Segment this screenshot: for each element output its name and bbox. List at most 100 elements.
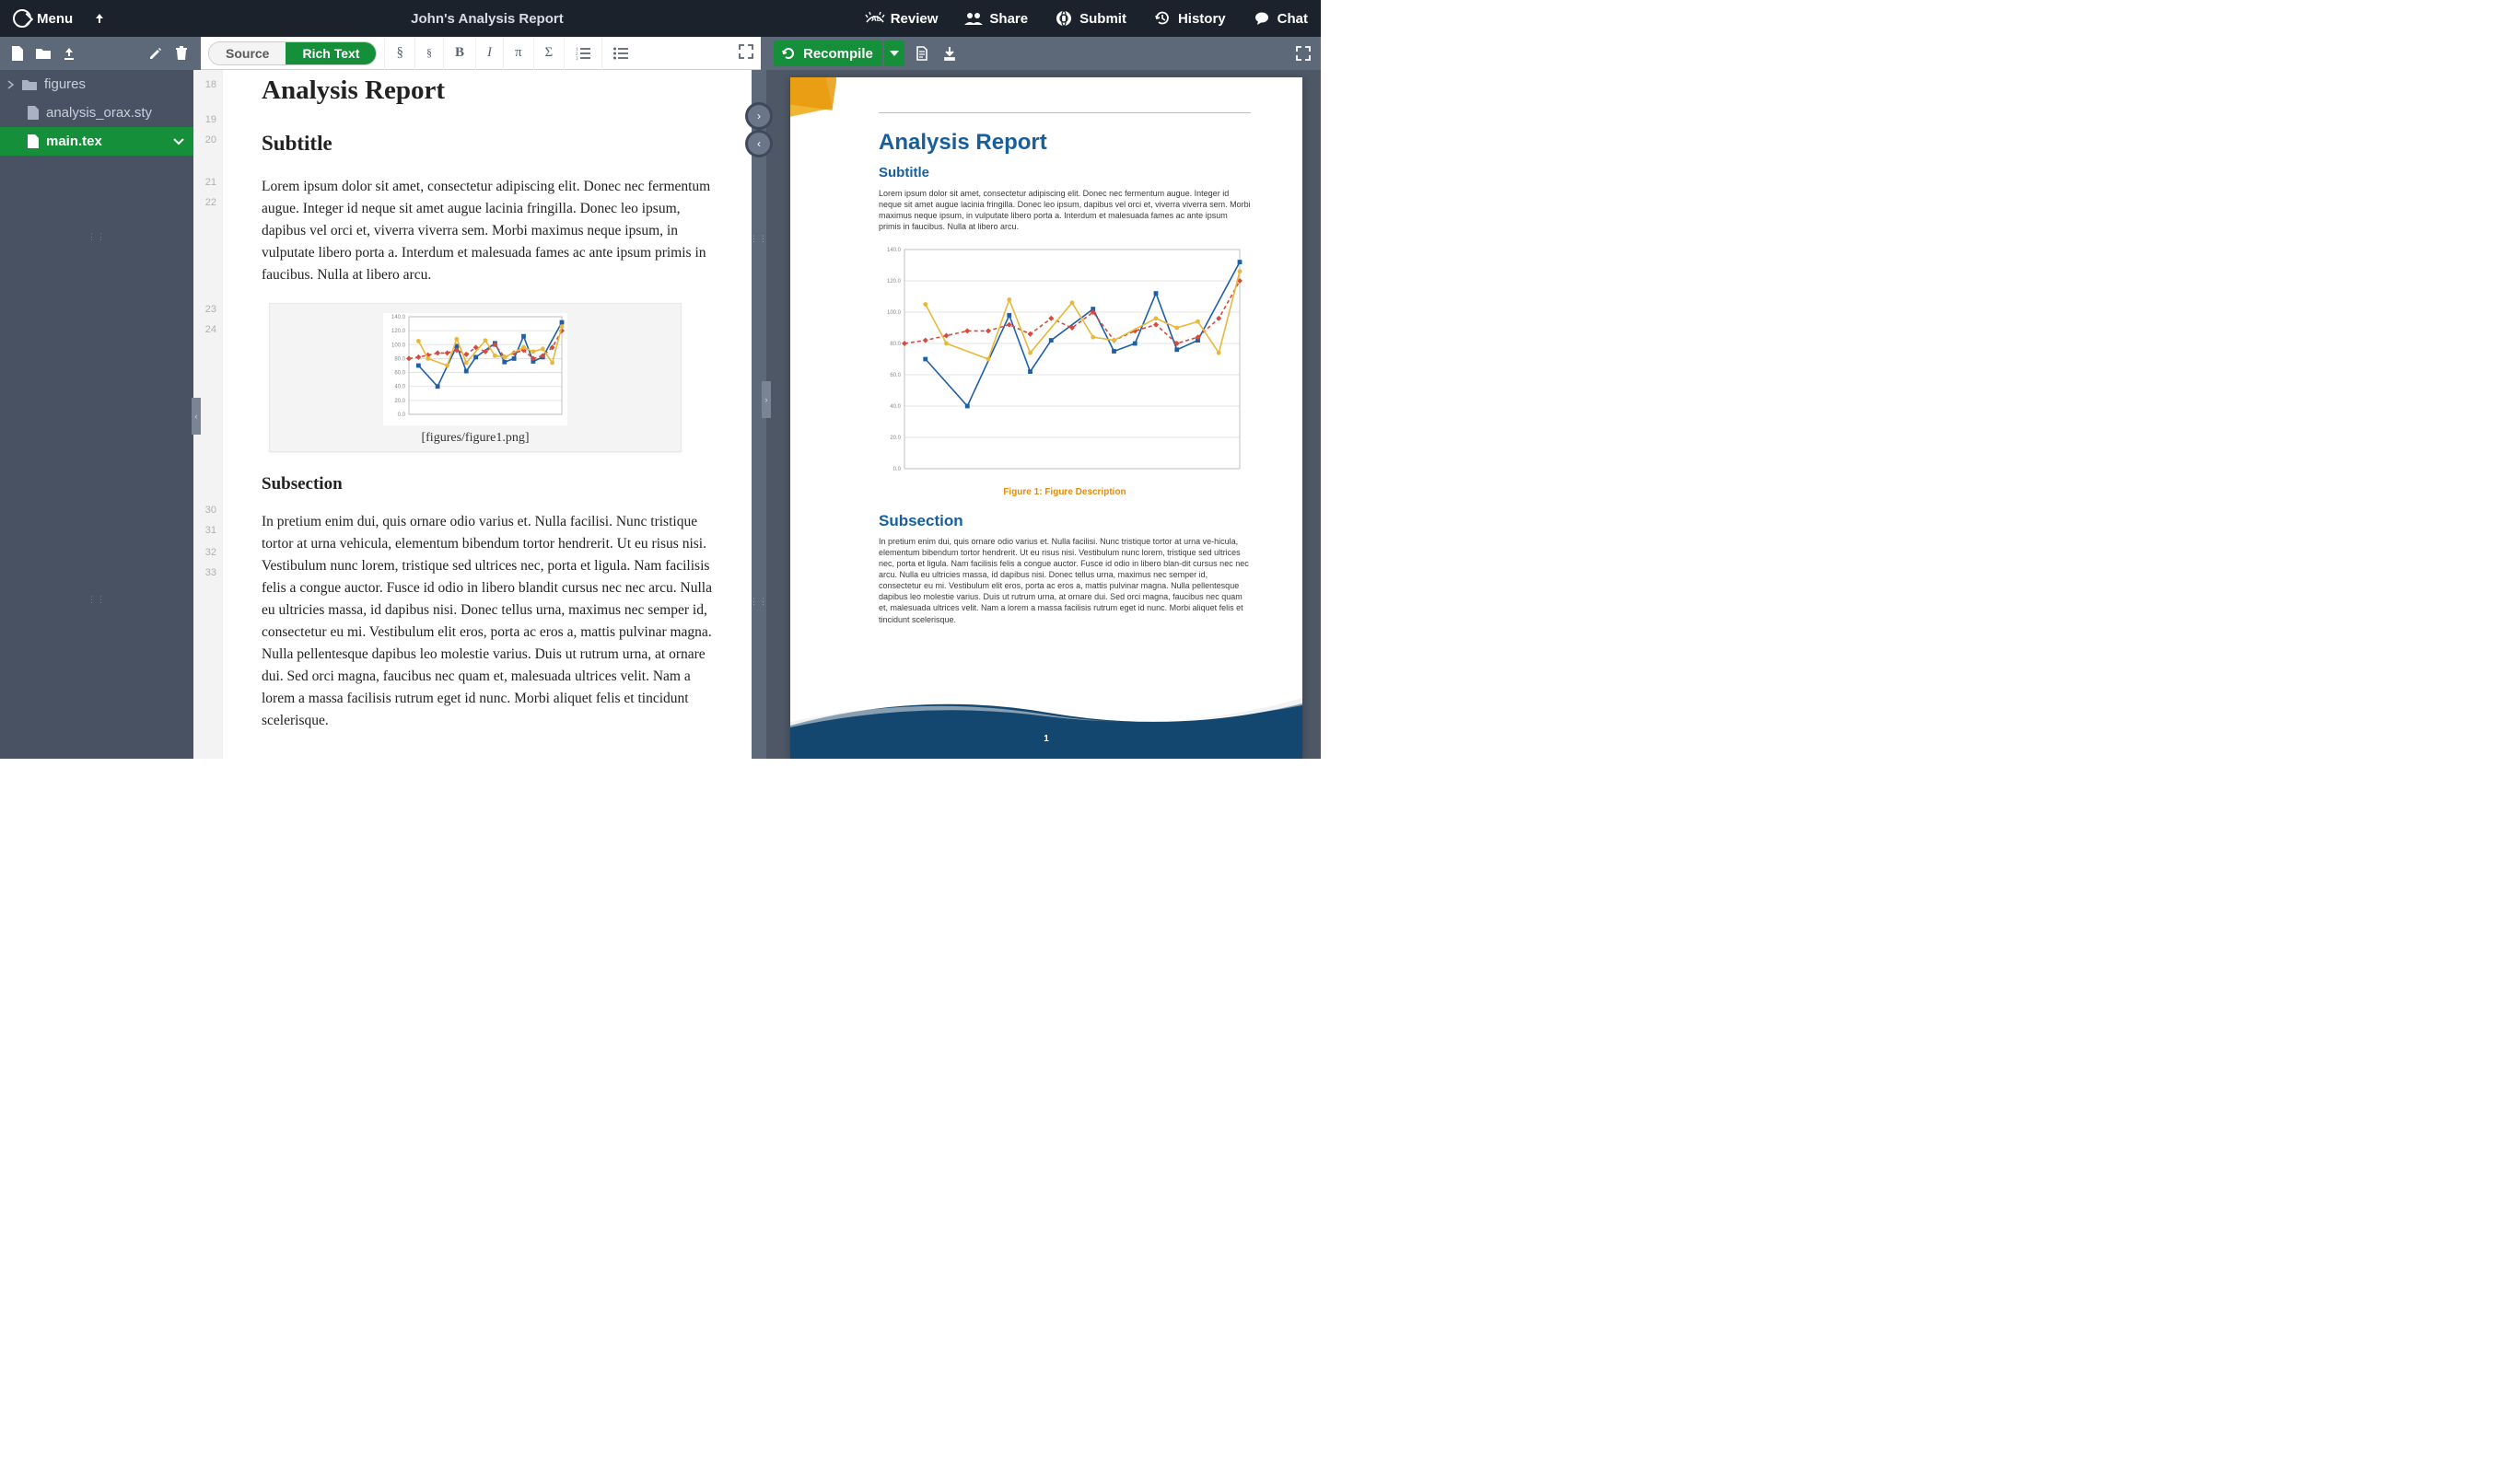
chat-icon xyxy=(1252,8,1272,29)
line-number: 23 xyxy=(193,304,222,322)
folder-label: figures xyxy=(44,76,86,92)
section-button[interactable]: § xyxy=(384,37,415,70)
recompile-dropdown[interactable] xyxy=(884,41,904,66)
svg-text:20.0: 20.0 xyxy=(394,399,405,404)
sidebar-collapse-button[interactable]: ‹ xyxy=(192,398,201,435)
folder-figures[interactable]: figures xyxy=(0,70,193,99)
rename-button[interactable] xyxy=(146,43,166,64)
svg-text:0.0: 0.0 xyxy=(893,467,902,472)
main-area: figures analysis_orax.sty main.tex ⋮⋮ ⋮⋮… xyxy=(0,70,1321,759)
divider-grip: ⋮⋮ xyxy=(750,234,768,244)
line-number: 31 xyxy=(193,523,222,547)
editor-fullscreen-button[interactable] xyxy=(739,44,753,59)
figure-caption: [figures/figure1.png] xyxy=(421,431,529,446)
display-math-button[interactable]: Σ xyxy=(534,37,566,70)
line-number: 22 xyxy=(193,195,222,304)
svg-text:40.0: 40.0 xyxy=(394,385,405,390)
folder-icon xyxy=(22,78,37,90)
history-label: History xyxy=(1178,11,1226,27)
menu-button[interactable]: Menu xyxy=(7,6,78,31)
file-icon xyxy=(28,106,39,120)
preview-collapse-button[interactable]: › xyxy=(762,381,771,418)
richtext-mode-button[interactable]: Rich Text xyxy=(286,42,376,64)
recompile-label: Recompile xyxy=(803,46,873,62)
pdf-preview[interactable]: Analysis Report Subtitle Lorem ipsum dol… xyxy=(766,70,1321,759)
file-tree: figures analysis_orax.sty main.tex ⋮⋮ ⋮⋮ xyxy=(0,70,193,759)
submit-button[interactable]: Submit xyxy=(1048,5,1132,32)
upload-button[interactable] xyxy=(59,43,79,64)
line-number: 20 xyxy=(193,133,222,177)
sync-forward-button[interactable]: › xyxy=(748,105,770,127)
numbered-list-button[interactable]: 123 xyxy=(565,37,602,70)
history-button[interactable]: History xyxy=(1147,5,1231,32)
svg-text:100.0: 100.0 xyxy=(391,343,406,348)
chat-button[interactable]: Chat xyxy=(1246,5,1313,32)
up-level-button[interactable] xyxy=(84,8,115,29)
sync-backward-button[interactable]: ‹ xyxy=(748,133,770,155)
svg-text:60.0: 60.0 xyxy=(394,371,405,377)
share-icon xyxy=(963,8,984,29)
pv-subtitle: Subtitle xyxy=(879,165,1251,180)
submit-icon xyxy=(1054,8,1074,29)
source-mode-button[interactable]: Source xyxy=(209,42,286,64)
brand-icon xyxy=(13,9,31,28)
file-icon xyxy=(28,134,39,148)
svg-text:140.0: 140.0 xyxy=(391,315,406,320)
svg-text:0.0: 0.0 xyxy=(398,413,406,418)
file-style[interactable]: analysis_orax.sty xyxy=(0,99,193,127)
doc-subsection: Subsection xyxy=(262,474,715,494)
recompile-button[interactable]: Recompile xyxy=(774,41,882,66)
line-number: 19 xyxy=(193,114,222,133)
file-main[interactable]: main.tex xyxy=(0,127,193,156)
line-number: 21 xyxy=(193,177,222,195)
resize-handle-top[interactable]: ⋮⋮ xyxy=(88,232,106,242)
bold-button[interactable]: B xyxy=(444,37,476,70)
line-number: 32 xyxy=(193,547,222,565)
pdf-fullscreen-button[interactable] xyxy=(1293,43,1313,64)
line-number: 18 xyxy=(193,77,222,114)
download-pdf-button[interactable] xyxy=(939,43,960,64)
italic-button[interactable]: I xyxy=(476,37,504,70)
doc-para: Lorem ipsum dolor sit amet, consectetur … xyxy=(262,176,715,286)
pv-subsection: Subsection xyxy=(879,512,1251,530)
doc-title: Analysis Report xyxy=(262,76,715,106)
subsection-button[interactable]: § xyxy=(415,37,444,70)
svg-text:120.0: 120.0 xyxy=(391,329,406,334)
menu-label: Menu xyxy=(37,11,73,27)
figure-placeholder[interactable]: 0.020.040.060.080.0100.0120.0140.0 [figu… xyxy=(269,303,682,452)
svg-text:120.0: 120.0 xyxy=(887,279,902,285)
document-editor[interactable]: Analysis Report Subtitle Lorem ipsum dol… xyxy=(223,70,752,759)
logs-button[interactable] xyxy=(912,43,932,64)
svg-text:40.0: 40.0 xyxy=(890,404,901,410)
svg-text:20.0: 20.0 xyxy=(890,436,901,441)
review-button[interactable]: Ab Review xyxy=(859,5,944,32)
svg-text:3: 3 xyxy=(576,57,578,60)
new-file-button[interactable] xyxy=(7,43,28,64)
delete-button[interactable] xyxy=(171,43,192,64)
chat-label: Chat xyxy=(1278,11,1308,27)
svg-text:100.0: 100.0 xyxy=(887,310,902,316)
recompile-icon xyxy=(781,46,796,61)
history-icon xyxy=(1152,8,1172,29)
page-corner-decoration xyxy=(790,77,836,131)
pv-para: Lorem ipsum dolor sit amet, consectetur … xyxy=(879,188,1251,233)
editor-toolbar: Source Rich Text § § B I π Σ 123 xyxy=(201,37,761,70)
review-label: Review xyxy=(891,11,939,27)
pv-para: In pretium enim dui, quis ornare odio va… xyxy=(879,536,1251,625)
share-button[interactable]: Share xyxy=(958,5,1033,32)
pane-divider[interactable]: › ‹ ⋮⋮ ⋮⋮ › xyxy=(752,70,766,759)
page-footer-wave xyxy=(790,681,1302,759)
resize-handle-bottom[interactable]: ⋮⋮ xyxy=(88,595,106,605)
inline-math-button[interactable]: π xyxy=(504,37,534,70)
file-label: analysis_orax.sty xyxy=(46,105,152,121)
page-number: 1 xyxy=(790,734,1302,744)
header-rule xyxy=(879,112,1251,113)
pv-chart: 0.020.040.060.080.0100.0120.0140.0 xyxy=(879,246,1251,480)
bullet-list-button[interactable] xyxy=(602,37,639,70)
editor-mode-toggle: Source Rich Text xyxy=(208,41,377,65)
submit-label: Submit xyxy=(1079,11,1126,27)
divider-grip: ⋮⋮ xyxy=(750,597,768,607)
chevron-right-icon xyxy=(7,80,15,89)
new-folder-button[interactable] xyxy=(33,43,53,64)
doc-subtitle: Subtitle xyxy=(262,132,715,156)
